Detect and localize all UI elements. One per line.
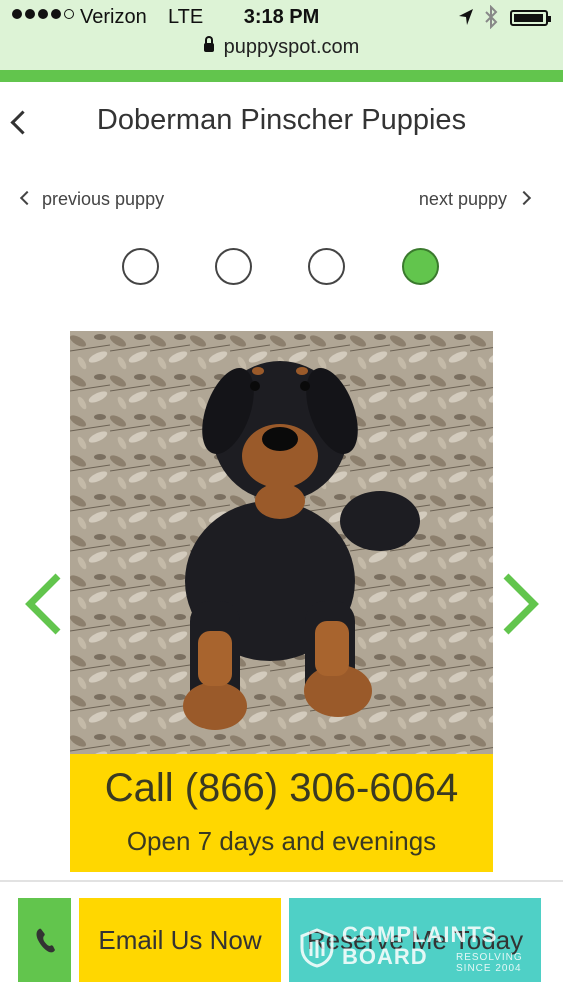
pagination-dot[interactable] — [308, 248, 345, 285]
battery-icon — [510, 10, 551, 26]
phone-icon — [36, 928, 55, 953]
pagination-dot[interactable] — [215, 248, 252, 285]
call-banner[interactable]: Call (866) 306-6064 Open 7 days and even… — [70, 754, 493, 872]
clock: 3:18 PM — [243, 6, 320, 28]
next-puppy-link[interactable]: next puppy — [418, 189, 532, 210]
carousel-prev-arrow-icon[interactable] — [22, 572, 68, 636]
address-bar[interactable]: puppyspot.com — [0, 36, 563, 70]
watermark-tagline: RESOLVING SINCE 2004 — [456, 952, 523, 974]
brand-strip — [0, 70, 563, 82]
previous-puppy-link[interactable]: previous puppy — [19, 189, 165, 210]
carousel-next-arrow-icon[interactable] — [496, 572, 542, 636]
call-phone-number[interactable]: Call (866) 306-6064 — [70, 766, 493, 811]
phone-button[interactable] — [18, 898, 71, 982]
chevron-left-icon — [19, 190, 35, 206]
page-title: Doberman Pinscher Puppies — [96, 104, 467, 136]
call-hours: Open 7 days and evenings — [126, 826, 437, 856]
url-text: puppyspot.com — [223, 36, 360, 58]
chevron-right-icon — [516, 190, 532, 206]
puppy-photo — [70, 331, 493, 754]
previous-puppy-label: previous puppy — [42, 189, 165, 209]
email-us-button[interactable]: Email Us Now — [79, 898, 281, 982]
next-puppy-label: next puppy — [418, 189, 507, 209]
lock-icon — [203, 36, 214, 52]
divider — [0, 880, 563, 882]
shield-icon — [300, 928, 334, 968]
status-bar: Verizon LTE 3:18 PM — [0, 0, 563, 36]
location-arrow-icon — [458, 8, 474, 32]
complaints-board-watermark: COMPLAINTS BOARD RESOLVING SINCE 2004 — [300, 924, 530, 980]
pagination-dot-active[interactable] — [402, 248, 439, 285]
pagination-dot[interactable] — [122, 248, 159, 285]
bluetooth-icon — [484, 4, 498, 35]
